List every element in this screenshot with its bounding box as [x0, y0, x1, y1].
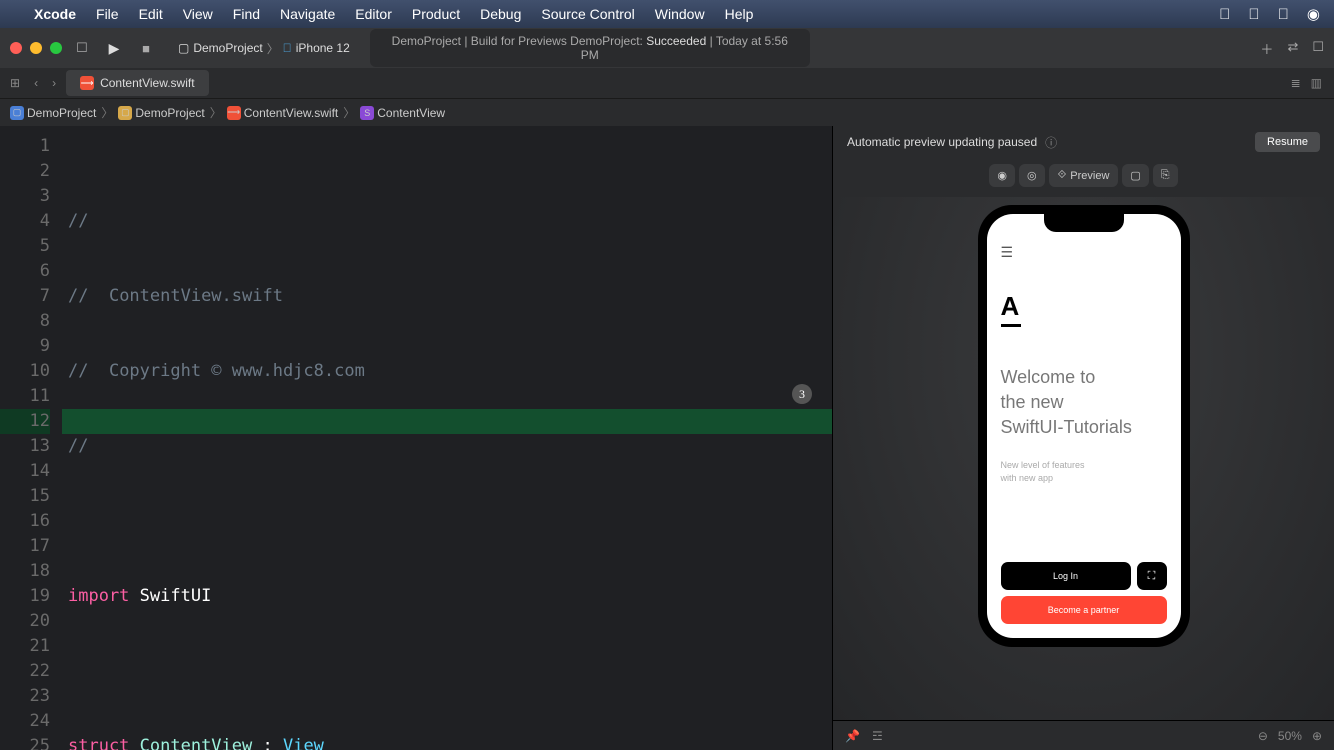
breadcrumb-symbol[interactable]: ContentView — [377, 106, 445, 120]
menu-product[interactable]: Product — [412, 6, 460, 22]
menu-editor[interactable]: Editor — [355, 6, 392, 22]
app-screen: ☰ A Welcome to the new SwiftUI-Tutorials… — [987, 214, 1181, 638]
info-icon[interactable]: ⓘ — [1045, 134, 1057, 151]
window-controls — [10, 42, 62, 54]
scheme-device: iPhone 12 — [296, 41, 350, 55]
spotlight-icon[interactable]: 􀊫 — [1248, 6, 1259, 23]
preview-variant-button[interactable]: ◎ — [1019, 164, 1045, 187]
xcode-toolbar: ☐ ▶ ■ ▢ DemoProject 〉 􀟜 iPhone 12 DemoPr… — [0, 28, 1334, 68]
qr-scan-button[interactable]: ⛶ — [1137, 562, 1167, 590]
run-button[interactable]: ▶ — [102, 40, 126, 57]
folder-icon: ▢ — [118, 106, 132, 120]
device-settings-button[interactable]: ▢ — [1122, 164, 1148, 187]
login-button[interactable]: Log In — [1001, 562, 1131, 590]
stop-button[interactable]: ■ — [134, 41, 158, 56]
welcome-title: Welcome to the new SwiftUI-Tutorials — [1001, 365, 1167, 441]
swift-file-icon: ⟶ — [80, 76, 94, 90]
partner-button[interactable]: Become a partner — [1001, 596, 1167, 624]
welcome-subtitle: New level of features with new app — [1001, 459, 1167, 486]
breadcrumb-project[interactable]: DemoProject — [27, 106, 96, 120]
related-items-icon[interactable]: ⊞ — [6, 76, 24, 90]
app-name[interactable]: Xcode — [34, 6, 76, 22]
zoom-level[interactable]: 50% — [1278, 729, 1302, 743]
zoom-in-button[interactable]: ⊕ — [1312, 729, 1322, 743]
nav-back-button[interactable]: ‹ — [30, 76, 42, 90]
menu-source-control[interactable]: Source Control — [541, 6, 634, 22]
swift-file-icon: ⟶ — [227, 106, 241, 120]
menu-file[interactable]: File — [96, 6, 119, 22]
issue-badge[interactable]: 3 — [792, 384, 812, 404]
scheme-project: DemoProject — [193, 41, 262, 55]
adjust-editor-icon[interactable]: ▥ — [1311, 76, 1322, 90]
list-bullet-icon: ☰ — [1001, 244, 1167, 261]
minimize-window-button[interactable] — [30, 42, 42, 54]
menu-edit[interactable]: Edit — [139, 6, 163, 22]
code-editor[interactable]: 1234567891011121314151617181920212223242… — [0, 126, 832, 750]
line-gutter: 1234567891011121314151617181920212223242… — [0, 126, 62, 750]
breadcrumb-folder[interactable]: DemoProject — [135, 106, 204, 120]
zoom-out-button[interactable]: ⊖ — [1258, 729, 1268, 743]
wifi-icon[interactable]: 􀙇 — [1219, 6, 1230, 23]
close-window-button[interactable] — [10, 42, 22, 54]
duplicate-preview-button[interactable]: ⎘ — [1153, 164, 1178, 187]
device-frame: ☰ A Welcome to the new SwiftUI-Tutorials… — [978, 205, 1190, 647]
minimap-toggle-icon[interactable]: ≣ — [1291, 76, 1301, 90]
nav-forward-button[interactable]: › — [48, 76, 60, 90]
menu-view[interactable]: View — [183, 6, 213, 22]
menu-debug[interactable]: Debug — [480, 6, 521, 22]
build-status[interactable]: DemoProject | Build for Previews DemoPro… — [370, 29, 810, 67]
live-preview-button[interactable]: ◉ — [989, 164, 1015, 187]
menu-window[interactable]: Window — [655, 6, 705, 22]
breadcrumb-file[interactable]: ContentView.swift — [244, 106, 339, 120]
menu-find[interactable]: Find — [233, 6, 260, 22]
scheme-selector[interactable]: ▢ DemoProject 〉 􀟜 iPhone 12 — [178, 40, 350, 57]
preview-settings-icon[interactable]: ☲ — [872, 729, 883, 743]
add-button[interactable]: ＋ — [1260, 39, 1273, 58]
menu-navigate[interactable]: Navigate — [280, 6, 335, 22]
preview-panel: Automatic preview updating paused ⓘ Resu… — [832, 126, 1334, 750]
siri-icon[interactable]: ◉ — [1307, 5, 1320, 23]
struct-icon: S — [360, 106, 374, 120]
resume-button[interactable]: Resume — [1255, 132, 1320, 152]
inspector-toggle-button[interactable]: ☐ — [1312, 39, 1324, 58]
pin-preview-icon[interactable]: 📌 — [845, 729, 860, 743]
macos-menubar: Xcode File Edit View Find Navigate Edito… — [0, 0, 1334, 28]
library-button[interactable]: ⇄ — [1287, 39, 1298, 58]
breadcrumb: ▢ DemoProject 〉 ▢ DemoProject 〉 ⟶ Conten… — [0, 98, 1334, 126]
tab-bar: ⊞ ‹ › ⟶ ContentView.swift ≣ ▥ — [0, 68, 1334, 98]
preview-canvas[interactable]: ☰ A Welcome to the new SwiftUI-Tutorials… — [833, 197, 1334, 720]
app-logo: A — [1001, 291, 1021, 327]
zoom-window-button[interactable] — [50, 42, 62, 54]
navigator-toggle-button[interactable]: ☐ — [70, 40, 94, 56]
preview-mode-button[interactable]: ⟐ Preview — [1049, 164, 1119, 187]
control-center-icon[interactable]: 􀜊 — [1278, 6, 1289, 23]
menu-help[interactable]: Help — [725, 6, 754, 22]
project-icon: ▢ — [10, 106, 24, 120]
preview-status: Automatic preview updating paused — [847, 135, 1037, 149]
tab-contentview[interactable]: ⟶ ContentView.swift — [66, 70, 209, 96]
